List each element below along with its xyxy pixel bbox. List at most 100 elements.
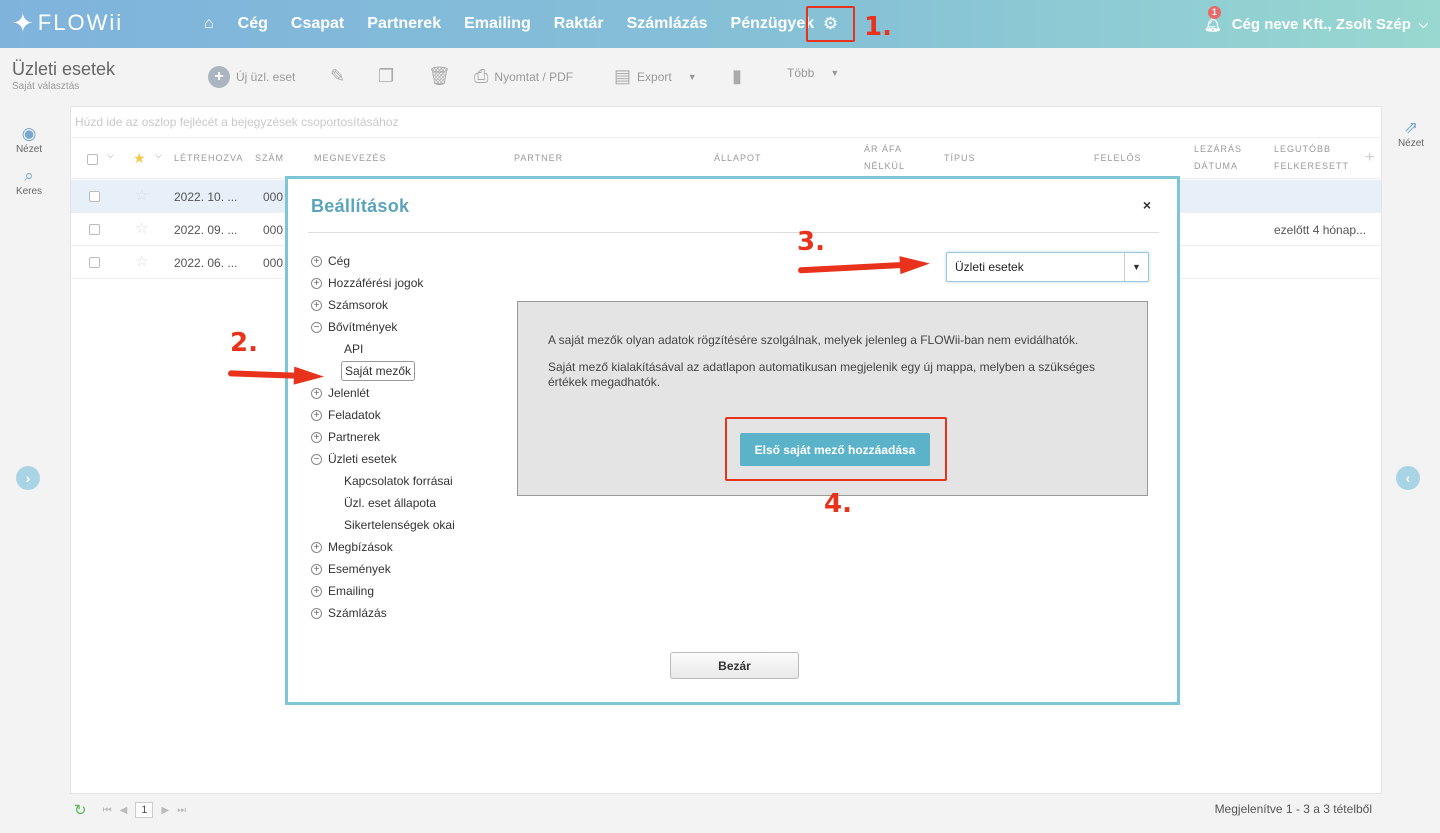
tree-item-deal-status[interactable]: Üzl. eset állapota [344, 496, 436, 510]
star-icon[interactable]: ☆ [135, 186, 148, 204]
more-button[interactable]: Több ▼ [787, 66, 839, 80]
caret-down-icon[interactable]: ▼ [1124, 253, 1148, 281]
row-checkbox[interactable] [89, 224, 100, 235]
main-nav: ⌂ Cég Csapat Partnerek Emailing Raktár S… [204, 0, 837, 48]
tree-label: Kapcsolatok forrásai [344, 474, 453, 488]
expand-right-button[interactable]: ‹ [1396, 466, 1420, 490]
annotation-4: 4. [824, 489, 852, 519]
add-first-custom-field-button[interactable]: Első saját mező hozzáadása [740, 433, 930, 466]
col-price[interactable]: Ár áfa nélkül [864, 141, 905, 175]
view-rail-button[interactable]: ◉ Nézet [0, 124, 58, 155]
tree-item-access[interactable]: + Hozzáférési jogok [311, 276, 423, 290]
search-icon: ⌕ [24, 166, 34, 185]
settings-gear-button[interactable]: ⚙ [806, 6, 855, 42]
new-deal-button[interactable]: + Új üzl. eset [208, 66, 295, 88]
star-icon[interactable]: ☆ [135, 252, 148, 270]
nav-item-emailing[interactable]: Emailing [464, 15, 531, 33]
star-icon[interactable]: ★ [133, 150, 146, 167]
page-subtitle: Saját választás [12, 81, 80, 92]
tree-item-extensions[interactable]: − Bővítmények [311, 320, 397, 334]
plus-circle-icon: + [311, 541, 322, 553]
close-button[interactable]: Bezár [670, 652, 799, 679]
star-icon[interactable]: ☆ [135, 219, 148, 237]
tree-item-orders[interactable]: + Megbízások [311, 540, 393, 554]
nav-item-partnerek[interactable]: Partnerek [367, 15, 441, 33]
tree-item-ceg[interactable]: + Cég [311, 254, 350, 268]
plus-circle-icon: + [311, 563, 322, 575]
add-column-icon[interactable]: + [1365, 149, 1374, 167]
tree-item-api[interactable]: API [344, 342, 363, 356]
nav-item-penzugyek[interactable]: Pénzügyek [731, 15, 815, 33]
grid-footer: ↻ ⏮︎ ◀︎ 1 ▶︎ ⏭︎ Megjelenítve 1 - 3 a 3 t… [70, 794, 1382, 826]
copy-button[interactable]: ❐ [378, 66, 400, 87]
tree-item-invoicing[interactable]: + Számlázás [311, 606, 387, 620]
chevron-down-icon[interactable]: ⌵ [155, 150, 162, 161]
row-checkbox[interactable] [89, 257, 100, 268]
row-checkbox[interactable] [89, 191, 100, 202]
tree-item-contact-sources[interactable]: Kapcsolatok forrásai [344, 474, 453, 488]
tree-item-failure-reasons[interactable]: Sikertelenségek okai [344, 518, 455, 532]
nav-item-szamlazas[interactable]: Számlázás [627, 15, 708, 33]
next-page-icon[interactable]: ▶︎ [161, 805, 169, 816]
more-label: Több [787, 66, 815, 80]
tree-item-tasks[interactable]: + Feladatok [311, 408, 381, 422]
col-last-line2: felkeresett [1274, 161, 1350, 171]
tree-item-custom-fields[interactable]: Saját mezők [341, 361, 416, 381]
flowii-logo[interactable]: ✦ FLOWii [12, 6, 123, 40]
col-partner[interactable]: Partner [514, 150, 563, 167]
chevron-left-icon: ‹ [1405, 470, 1411, 486]
close-icon[interactable]: × [1143, 197, 1151, 213]
tree-item-deals[interactable]: − Üzleti esetek [311, 452, 397, 466]
print-button[interactable]: ⎙ Nyomtat / PDF [474, 66, 573, 87]
col-created[interactable]: Létrehozva [174, 150, 243, 167]
chart-button[interactable]: ▮ [732, 66, 748, 87]
delete-button[interactable]: 🗑︎ [428, 66, 457, 87]
col-type[interactable]: Típus [944, 150, 976, 167]
tree-item-emailing[interactable]: + Emailing [311, 584, 374, 598]
pager: ↻ ⏮︎ ◀︎ 1 ▶︎ ⏭︎ [70, 794, 186, 826]
top-navbar: ✦ FLOWii ⌂ Cég Csapat Partnerek Emailing… [0, 0, 1440, 48]
nav-item-ceg[interactable]: Cég [238, 15, 268, 33]
entity-select-value: Üzleti esetek [955, 260, 1024, 274]
user-menu[interactable]: 🔔︎ 1 Cég neve Kft., Zsolt Szép ⌵ [1204, 0, 1428, 48]
tree-item-partners[interactable]: + Partnerek [311, 430, 380, 444]
col-number[interactable]: Szám [255, 150, 284, 167]
annotation-1: 1. [864, 12, 892, 42]
last-page-icon[interactable]: ⏭︎ [177, 805, 186, 816]
tree-item-attendance[interactable]: + Jelenlét [311, 386, 369, 400]
export-button[interactable]: ▤ Export ▼ [614, 66, 697, 87]
search-rail-button[interactable]: ⌕ Keres [0, 166, 58, 197]
file-icon: ▤ [614, 66, 632, 86]
col-close-date[interactable]: Lezárás dátuma [1194, 141, 1242, 175]
tree-item-events[interactable]: + Események [311, 562, 391, 576]
new-deal-label: Új üzl. eset [236, 70, 296, 84]
left-rail: ◉ Nézet ⌕ Keres › [0, 106, 58, 833]
plus-circle-icon: + [208, 66, 230, 88]
modal-title: Beállítások [311, 196, 410, 216]
col-name[interactable]: Megnevezés [314, 150, 387, 167]
nav-item-raktar[interactable]: Raktár [554, 15, 604, 33]
col-last-visited[interactable]: Legutóbb felkeresett [1274, 141, 1349, 175]
view-right-button[interactable]: ⇗ Nézet [1382, 118, 1440, 149]
tree-label: Cég [328, 254, 351, 268]
edit-button[interactable]: ✎ [330, 66, 351, 87]
row-number: 000 [263, 190, 284, 204]
chevron-down-icon[interactable]: ⌵ [107, 150, 114, 161]
row-number: 000 [263, 256, 284, 270]
nav-item-csapat[interactable]: Csapat [291, 15, 344, 33]
first-page-icon[interactable]: ⏮︎ [103, 805, 112, 816]
select-all-checkbox[interactable] [87, 154, 98, 165]
entity-select[interactable]: Üzleti esetek ▼ [946, 252, 1149, 282]
tree-label: Sikertelenségek okai [344, 518, 455, 532]
home-icon[interactable]: ⌂ [204, 15, 214, 33]
tree-item-numbering[interactable]: + Számsorok [311, 298, 388, 312]
flowii-bird-icon: ✦ [12, 7, 34, 38]
page-number-input[interactable]: 1 [135, 802, 154, 818]
divider [308, 232, 1159, 233]
bell-icon[interactable]: 🔔︎ 1 [1204, 5, 1222, 33]
col-owner[interactable]: Felelős [1094, 150, 1142, 167]
expand-left-button[interactable]: › [16, 466, 40, 490]
col-status[interactable]: Állapot [714, 150, 762, 167]
prev-page-icon[interactable]: ◀︎ [120, 805, 128, 816]
refresh-icon[interactable]: ↻ [74, 801, 87, 819]
